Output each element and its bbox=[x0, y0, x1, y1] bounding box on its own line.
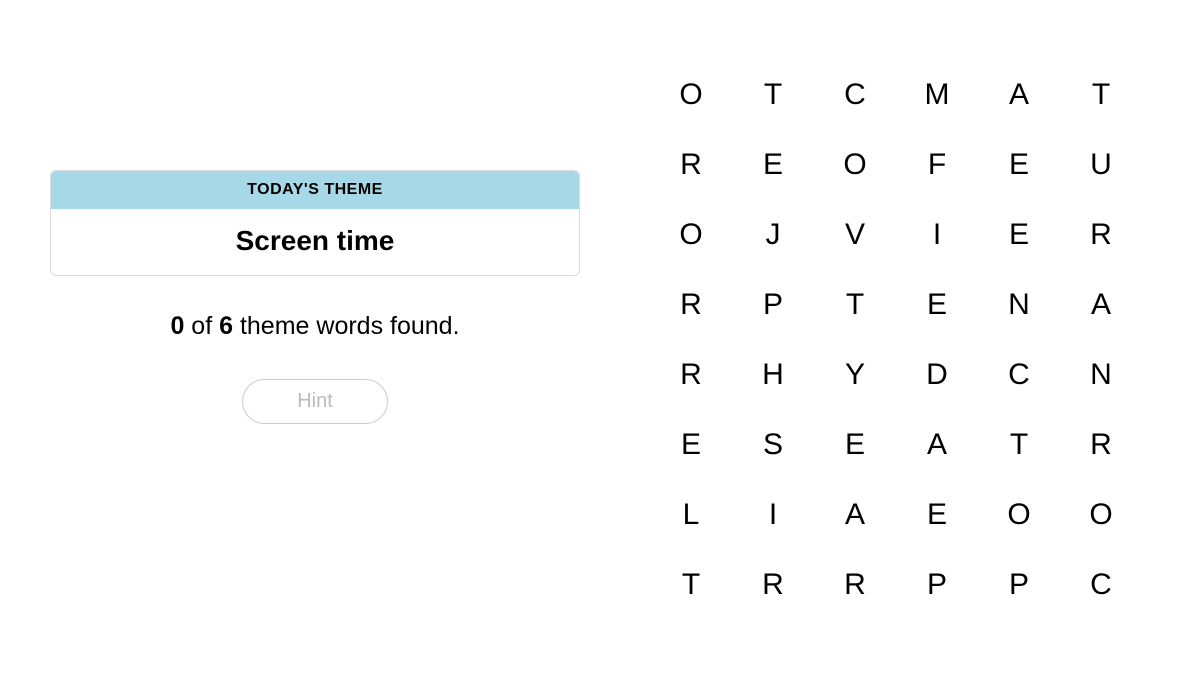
grid-cell[interactable]: J bbox=[732, 200, 814, 270]
grid-cell[interactable]: O bbox=[978, 480, 1060, 550]
grid-cell[interactable]: R bbox=[814, 550, 896, 620]
grid-cell[interactable]: H bbox=[732, 340, 814, 410]
grid-cell[interactable]: N bbox=[978, 270, 1060, 340]
info-panel: TODAY'S THEME Screen time 0 of 6 theme w… bbox=[50, 170, 580, 424]
grid-cell[interactable]: R bbox=[1060, 410, 1142, 480]
grid-cell[interactable]: M bbox=[896, 60, 978, 130]
found-count: 0 bbox=[170, 312, 184, 340]
grid-cell[interactable]: R bbox=[732, 550, 814, 620]
grid-cell[interactable]: T bbox=[978, 410, 1060, 480]
hint-button[interactable]: Hint bbox=[242, 379, 388, 424]
grid-cell[interactable]: A bbox=[896, 410, 978, 480]
grid-cell[interactable]: I bbox=[732, 480, 814, 550]
grid-cell[interactable]: A bbox=[978, 60, 1060, 130]
grid-cell[interactable]: C bbox=[814, 60, 896, 130]
grid-cell[interactable]: R bbox=[1060, 200, 1142, 270]
grid-cell[interactable]: E bbox=[978, 200, 1060, 270]
grid-cell[interactable]: E bbox=[814, 410, 896, 480]
theme-card: TODAY'S THEME Screen time bbox=[50, 170, 580, 276]
grid-cell[interactable]: T bbox=[732, 60, 814, 130]
grid-cell[interactable]: O bbox=[814, 130, 896, 200]
grid-cell[interactable]: P bbox=[896, 550, 978, 620]
grid-cell[interactable]: R bbox=[650, 270, 732, 340]
total-count: 6 bbox=[219, 312, 233, 340]
grid-cell[interactable]: O bbox=[1060, 480, 1142, 550]
grid-cell[interactable]: D bbox=[896, 340, 978, 410]
grid-cell[interactable]: E bbox=[896, 270, 978, 340]
grid-cell[interactable]: E bbox=[732, 130, 814, 200]
hint-wrap: Hint bbox=[50, 379, 580, 424]
theme-title: Screen time bbox=[51, 209, 579, 275]
grid-cell[interactable]: A bbox=[1060, 270, 1142, 340]
grid-cell[interactable]: O bbox=[650, 60, 732, 130]
grid-cell[interactable]: N bbox=[1060, 340, 1142, 410]
grid-cell[interactable]: C bbox=[1060, 550, 1142, 620]
grid-cell[interactable]: E bbox=[896, 480, 978, 550]
grid-cell[interactable]: F bbox=[896, 130, 978, 200]
grid-cell[interactable]: S bbox=[732, 410, 814, 480]
grid-cell[interactable]: T bbox=[814, 270, 896, 340]
grid-cell[interactable]: R bbox=[650, 130, 732, 200]
progress-suffix: theme words found. bbox=[233, 312, 460, 340]
letter-grid: OTCMATREOFEUOJVIERRPTENARHYDCNESEATRLIAE… bbox=[650, 60, 1142, 620]
grid-cell[interactable]: Y bbox=[814, 340, 896, 410]
theme-header-label: TODAY'S THEME bbox=[51, 171, 579, 209]
grid-cell[interactable]: T bbox=[1060, 60, 1142, 130]
grid-cell[interactable]: P bbox=[978, 550, 1060, 620]
grid-cell[interactable]: T bbox=[650, 550, 732, 620]
grid-cell[interactable]: E bbox=[978, 130, 1060, 200]
grid-cell[interactable]: O bbox=[650, 200, 732, 270]
grid-cell[interactable]: U bbox=[1060, 130, 1142, 200]
grid-cell[interactable]: R bbox=[650, 340, 732, 410]
grid-cell[interactable]: V bbox=[814, 200, 896, 270]
grid-cell[interactable]: E bbox=[650, 410, 732, 480]
grid-cell[interactable]: L bbox=[650, 480, 732, 550]
progress-text: 0 of 6 theme words found. bbox=[50, 312, 580, 341]
grid-cell[interactable]: I bbox=[896, 200, 978, 270]
grid-cell[interactable]: A bbox=[814, 480, 896, 550]
grid-cell[interactable]: C bbox=[978, 340, 1060, 410]
progress-of: of bbox=[184, 312, 219, 340]
grid-cell[interactable]: P bbox=[732, 270, 814, 340]
